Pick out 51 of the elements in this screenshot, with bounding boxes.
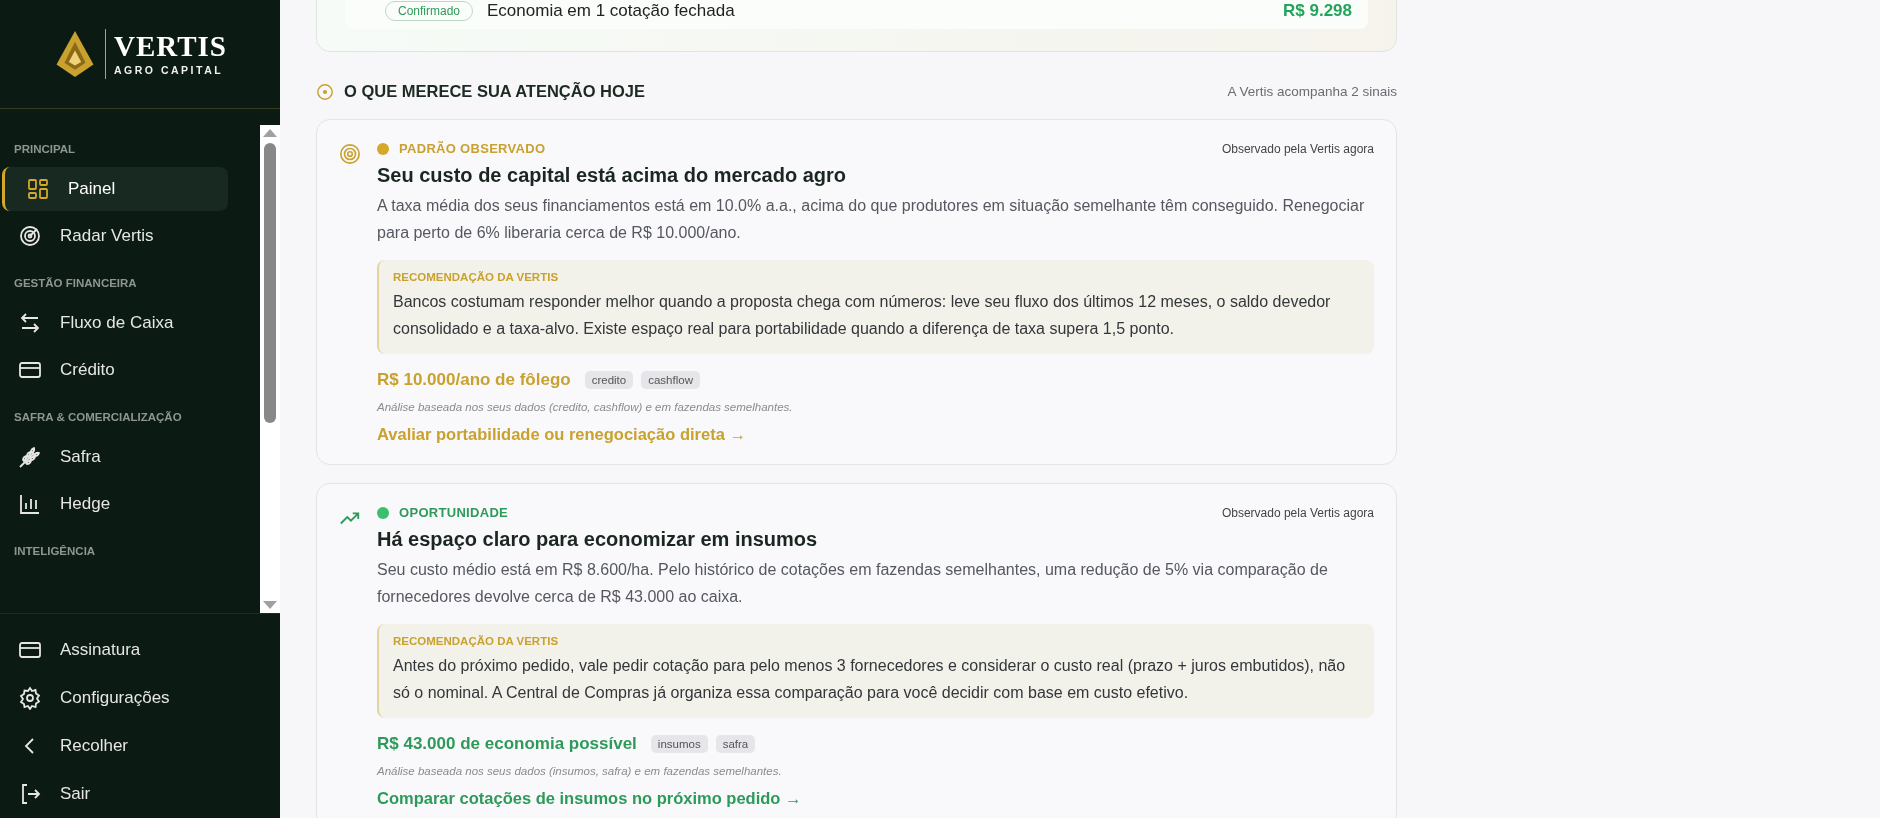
impact-value: R$ 43.000 de economia possível bbox=[377, 734, 637, 754]
recommendation-text: Antes do próximo pedido, vale pedir cotação para pelo menos 3 fornecedores e considerar o custo real (prazo + juros embutidos), não só o nominal. A Central de Compras já organiza essa comparação para você decidir com base em custo efetivo. bbox=[393, 656, 1347, 703]
recommendation-label: RECOMENDAÇÃO DA VERTIS bbox=[393, 271, 560, 283]
section-note: A Vertis acompanha 2 sinais bbox=[1227, 84, 1397, 99]
recommendation-text: Bancos costumam responder melhor quando a proposta chega com números: leve seu fluxo dos últimos 12 meses, o saldo devedor consolidado e a taxa-alvo. Existe espaço real para portabilidade quando a diferença de taxa supera 1,5 ponto. bbox=[393, 292, 1332, 339]
analysis-note: Análise baseada nos seus dados (insumos, safra) e em fazendas semelhantes. bbox=[377, 765, 783, 777]
tag: credito bbox=[584, 371, 634, 389]
signal-category: PADRÃO OBSERVADO bbox=[399, 141, 547, 156]
target-icon bbox=[339, 143, 361, 165]
nav-item[interactable]: Recolher bbox=[2, 724, 248, 768]
signal-description: Seu custo médio está em R$ 8.600/ha. Pelo histórico de cotações em fazendas semelhantes, uma redução de 5% via comparação de fornecedores devolve cerca de R$ 43.000 ao caixa. bbox=[377, 560, 1329, 607]
nav-item[interactable]: Radar Vertis bbox=[2, 214, 228, 258]
summary-description: Economia em 1 cotação fechada bbox=[487, 1, 736, 21]
scrollbar[interactable] bbox=[260, 125, 280, 613]
summary-amount: R$ 9.298 bbox=[1283, 1, 1352, 21]
signal-title: Há espaço claro para economizar em insumos bbox=[377, 528, 819, 551]
signal-description: A taxa média dos seus financiamentos está em 10.0% a.a., acima do que produtores em situação semelhante têm conseguido. Renegociar para perto de 6% liberaria cerca de R$ 10.000/ano. bbox=[377, 196, 1366, 243]
scrollbar-thumb[interactable] bbox=[264, 143, 276, 423]
tag: cashflow bbox=[641, 371, 700, 389]
nav-item[interactable]: Safra bbox=[2, 435, 228, 479]
nav-section-title: PRINCIPAL bbox=[13, 142, 77, 157]
tag: safra bbox=[715, 735, 756, 753]
wheat-icon bbox=[18, 445, 42, 469]
nav-item[interactable]: Assinatura bbox=[2, 628, 248, 672]
brand-tagline: AGRO CAPITAL bbox=[114, 64, 225, 76]
recommendation-label: RECOMENDAÇÃO DA VERTIS bbox=[393, 635, 560, 647]
analysis-note: Análise baseada nos seus dados (credito, cashflow) e em fazendas semelhantes. bbox=[377, 401, 794, 413]
nav-section-title: GESTÃO FINANCEIRA bbox=[13, 276, 138, 291]
nav-section-title: SAFRA & COMERCIALIZAÇÃO bbox=[13, 410, 183, 425]
signal-category: OPORTUNIDADE bbox=[399, 505, 510, 520]
bar-chart-icon bbox=[18, 492, 42, 516]
nav-item[interactable]: Fluxo de Caixa bbox=[2, 301, 228, 345]
observed-label: Observado pela Vertis agora bbox=[1221, 505, 1374, 520]
nav-section-title: INTELIGÊNCIA bbox=[13, 544, 97, 559]
nav-item[interactable]: Hedge bbox=[2, 482, 228, 526]
tag: insumos bbox=[650, 735, 708, 753]
nav-item[interactable]: Crédito bbox=[2, 348, 228, 392]
nav-item[interactable]: Configurações bbox=[2, 676, 248, 720]
target-icon bbox=[316, 82, 334, 101]
impact-value: R$ 10.000/ano de fôlego bbox=[377, 370, 571, 390]
settings-icon bbox=[18, 686, 42, 710]
nav-item[interactable]: Painel bbox=[2, 167, 228, 211]
section-title: O QUE MERECE SUA ATENÇÃO HOJE bbox=[344, 82, 646, 101]
brand-name: VERTIS bbox=[114, 32, 227, 61]
scroll-down-icon[interactable] bbox=[263, 601, 277, 609]
grid-icon bbox=[26, 177, 50, 201]
arrows-icon bbox=[18, 311, 42, 335]
radar-icon bbox=[18, 224, 42, 248]
observed-label: Observado pela Vertis agora bbox=[1221, 141, 1374, 156]
signal-title: Seu custo de capital está acima do mercado agro bbox=[377, 164, 848, 187]
nav-item[interactable]: Sair bbox=[2, 772, 248, 816]
